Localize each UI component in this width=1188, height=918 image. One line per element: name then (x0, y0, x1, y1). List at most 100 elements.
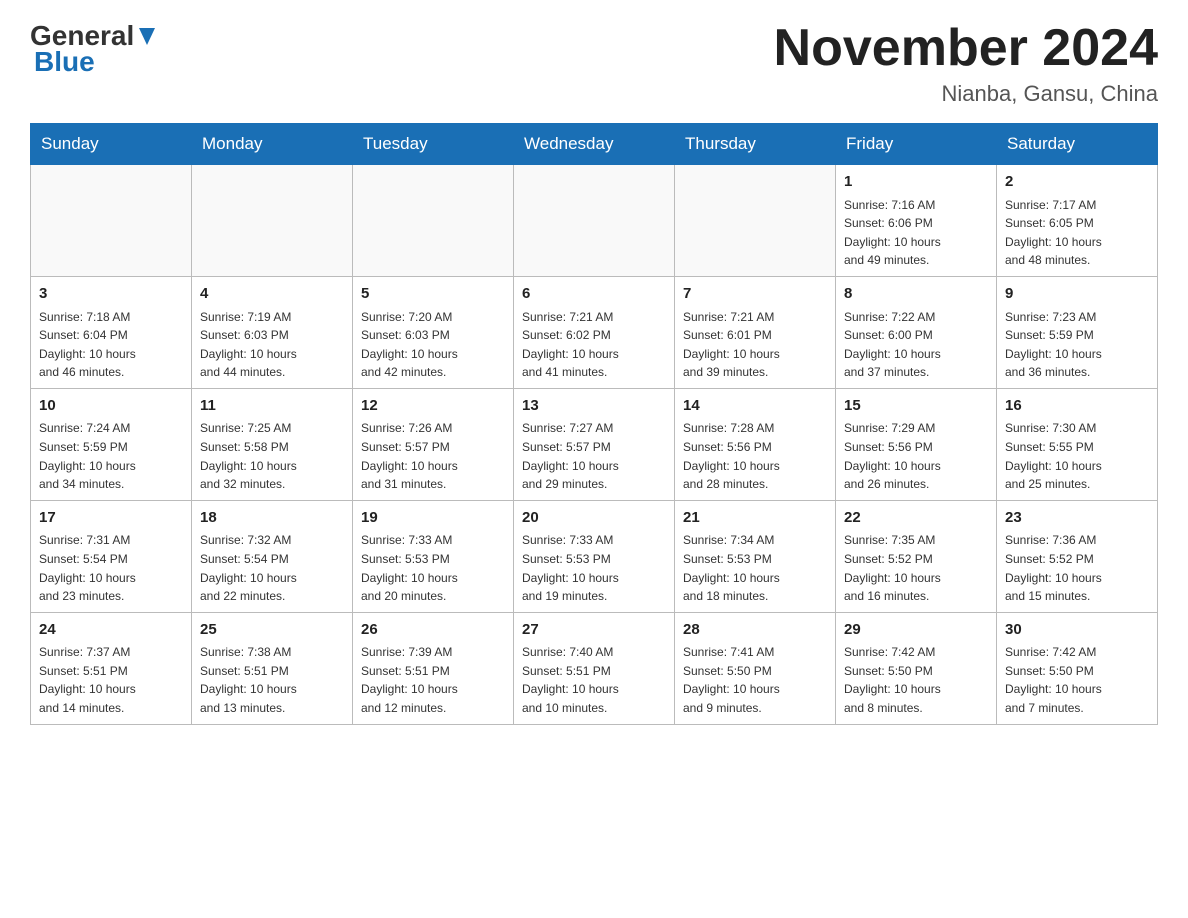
day-info: Sunrise: 7:30 AMSunset: 5:55 PMDaylight:… (1005, 419, 1149, 493)
calendar-cell: 10Sunrise: 7:24 AMSunset: 5:59 PMDayligh… (31, 388, 192, 500)
day-number: 13 (522, 395, 666, 418)
day-number: 16 (1005, 395, 1149, 418)
calendar-cell (353, 165, 514, 277)
weekday-header-thursday: Thursday (675, 124, 836, 165)
day-info: Sunrise: 7:27 AMSunset: 5:57 PMDaylight:… (522, 419, 666, 493)
calendar-cell: 14Sunrise: 7:28 AMSunset: 5:56 PMDayligh… (675, 388, 836, 500)
week-row-1: 3Sunrise: 7:18 AMSunset: 6:04 PMDaylight… (31, 277, 1158, 389)
day-number: 1 (844, 171, 988, 194)
day-number: 25 (200, 619, 344, 642)
calendar-cell: 11Sunrise: 7:25 AMSunset: 5:58 PMDayligh… (192, 388, 353, 500)
calendar-cell: 9Sunrise: 7:23 AMSunset: 5:59 PMDaylight… (997, 277, 1158, 389)
location-title: Nianba, Gansu, China (774, 81, 1158, 107)
title-block: November 2024 Nianba, Gansu, China (774, 20, 1158, 107)
day-info: Sunrise: 7:23 AMSunset: 5:59 PMDaylight:… (1005, 308, 1149, 382)
weekday-header-sunday: Sunday (31, 124, 192, 165)
calendar-cell: 18Sunrise: 7:32 AMSunset: 5:54 PMDayligh… (192, 500, 353, 612)
calendar-cell: 16Sunrise: 7:30 AMSunset: 5:55 PMDayligh… (997, 388, 1158, 500)
day-number: 12 (361, 395, 505, 418)
calendar-cell: 15Sunrise: 7:29 AMSunset: 5:56 PMDayligh… (836, 388, 997, 500)
day-info: Sunrise: 7:42 AMSunset: 5:50 PMDaylight:… (1005, 643, 1149, 717)
calendar-cell (675, 165, 836, 277)
day-number: 18 (200, 507, 344, 530)
week-row-4: 24Sunrise: 7:37 AMSunset: 5:51 PMDayligh… (31, 612, 1158, 724)
weekday-header-row: SundayMondayTuesdayWednesdayThursdayFrid… (31, 124, 1158, 165)
day-number: 27 (522, 619, 666, 642)
day-info: Sunrise: 7:40 AMSunset: 5:51 PMDaylight:… (522, 643, 666, 717)
day-number: 6 (522, 283, 666, 306)
calendar-cell: 13Sunrise: 7:27 AMSunset: 5:57 PMDayligh… (514, 388, 675, 500)
day-number: 21 (683, 507, 827, 530)
day-number: 19 (361, 507, 505, 530)
day-info: Sunrise: 7:17 AMSunset: 6:05 PMDaylight:… (1005, 196, 1149, 270)
day-number: 14 (683, 395, 827, 418)
calendar-cell: 22Sunrise: 7:35 AMSunset: 5:52 PMDayligh… (836, 500, 997, 612)
day-info: Sunrise: 7:22 AMSunset: 6:00 PMDaylight:… (844, 308, 988, 382)
day-info: Sunrise: 7:31 AMSunset: 5:54 PMDaylight:… (39, 531, 183, 605)
day-info: Sunrise: 7:16 AMSunset: 6:06 PMDaylight:… (844, 196, 988, 270)
day-info: Sunrise: 7:35 AMSunset: 5:52 PMDaylight:… (844, 531, 988, 605)
calendar-cell: 2Sunrise: 7:17 AMSunset: 6:05 PMDaylight… (997, 165, 1158, 277)
day-number: 23 (1005, 507, 1149, 530)
weekday-header-monday: Monday (192, 124, 353, 165)
calendar-cell: 23Sunrise: 7:36 AMSunset: 5:52 PMDayligh… (997, 500, 1158, 612)
day-info: Sunrise: 7:19 AMSunset: 6:03 PMDaylight:… (200, 308, 344, 382)
day-number: 2 (1005, 171, 1149, 194)
day-number: 11 (200, 395, 344, 418)
logo-blue: Blue (34, 46, 95, 78)
day-info: Sunrise: 7:21 AMSunset: 6:02 PMDaylight:… (522, 308, 666, 382)
day-info: Sunrise: 7:38 AMSunset: 5:51 PMDaylight:… (200, 643, 344, 717)
day-info: Sunrise: 7:32 AMSunset: 5:54 PMDaylight:… (200, 531, 344, 605)
weekday-header-wednesday: Wednesday (514, 124, 675, 165)
calendar-cell: 20Sunrise: 7:33 AMSunset: 5:53 PMDayligh… (514, 500, 675, 612)
calendar-table: SundayMondayTuesdayWednesdayThursdayFrid… (30, 123, 1158, 724)
calendar-cell: 1Sunrise: 7:16 AMSunset: 6:06 PMDaylight… (836, 165, 997, 277)
day-info: Sunrise: 7:18 AMSunset: 6:04 PMDaylight:… (39, 308, 183, 382)
day-number: 17 (39, 507, 183, 530)
calendar-cell: 30Sunrise: 7:42 AMSunset: 5:50 PMDayligh… (997, 612, 1158, 724)
day-info: Sunrise: 7:29 AMSunset: 5:56 PMDaylight:… (844, 419, 988, 493)
day-info: Sunrise: 7:20 AMSunset: 6:03 PMDaylight:… (361, 308, 505, 382)
calendar-cell: 7Sunrise: 7:21 AMSunset: 6:01 PMDaylight… (675, 277, 836, 389)
day-info: Sunrise: 7:34 AMSunset: 5:53 PMDaylight:… (683, 531, 827, 605)
day-info: Sunrise: 7:26 AMSunset: 5:57 PMDaylight:… (361, 419, 505, 493)
calendar-cell: 3Sunrise: 7:18 AMSunset: 6:04 PMDaylight… (31, 277, 192, 389)
calendar-cell: 25Sunrise: 7:38 AMSunset: 5:51 PMDayligh… (192, 612, 353, 724)
calendar-cell: 19Sunrise: 7:33 AMSunset: 5:53 PMDayligh… (353, 500, 514, 612)
day-info: Sunrise: 7:37 AMSunset: 5:51 PMDaylight:… (39, 643, 183, 717)
day-number: 4 (200, 283, 344, 306)
day-number: 22 (844, 507, 988, 530)
calendar-cell (192, 165, 353, 277)
weekday-header-saturday: Saturday (997, 124, 1158, 165)
logo-triangle-icon (136, 25, 158, 47)
week-row-0: 1Sunrise: 7:16 AMSunset: 6:06 PMDaylight… (31, 165, 1158, 277)
calendar-cell: 5Sunrise: 7:20 AMSunset: 6:03 PMDaylight… (353, 277, 514, 389)
calendar-cell: 4Sunrise: 7:19 AMSunset: 6:03 PMDaylight… (192, 277, 353, 389)
day-info: Sunrise: 7:33 AMSunset: 5:53 PMDaylight:… (522, 531, 666, 605)
day-number: 29 (844, 619, 988, 642)
calendar-cell: 21Sunrise: 7:34 AMSunset: 5:53 PMDayligh… (675, 500, 836, 612)
month-title: November 2024 (774, 20, 1158, 77)
page-header: General Blue November 2024 Nianba, Gansu… (30, 20, 1158, 107)
weekday-header-friday: Friday (836, 124, 997, 165)
day-info: Sunrise: 7:25 AMSunset: 5:58 PMDaylight:… (200, 419, 344, 493)
day-number: 30 (1005, 619, 1149, 642)
calendar-cell: 26Sunrise: 7:39 AMSunset: 5:51 PMDayligh… (353, 612, 514, 724)
day-info: Sunrise: 7:24 AMSunset: 5:59 PMDaylight:… (39, 419, 183, 493)
day-info: Sunrise: 7:39 AMSunset: 5:51 PMDaylight:… (361, 643, 505, 717)
week-row-2: 10Sunrise: 7:24 AMSunset: 5:59 PMDayligh… (31, 388, 1158, 500)
day-info: Sunrise: 7:41 AMSunset: 5:50 PMDaylight:… (683, 643, 827, 717)
day-number: 28 (683, 619, 827, 642)
calendar-cell: 27Sunrise: 7:40 AMSunset: 5:51 PMDayligh… (514, 612, 675, 724)
calendar-cell: 28Sunrise: 7:41 AMSunset: 5:50 PMDayligh… (675, 612, 836, 724)
day-number: 5 (361, 283, 505, 306)
day-number: 9 (1005, 283, 1149, 306)
day-number: 24 (39, 619, 183, 642)
calendar-cell: 6Sunrise: 7:21 AMSunset: 6:02 PMDaylight… (514, 277, 675, 389)
weekday-header-tuesday: Tuesday (353, 124, 514, 165)
calendar-cell (514, 165, 675, 277)
day-number: 20 (522, 507, 666, 530)
day-info: Sunrise: 7:36 AMSunset: 5:52 PMDaylight:… (1005, 531, 1149, 605)
day-info: Sunrise: 7:28 AMSunset: 5:56 PMDaylight:… (683, 419, 827, 493)
day-info: Sunrise: 7:42 AMSunset: 5:50 PMDaylight:… (844, 643, 988, 717)
